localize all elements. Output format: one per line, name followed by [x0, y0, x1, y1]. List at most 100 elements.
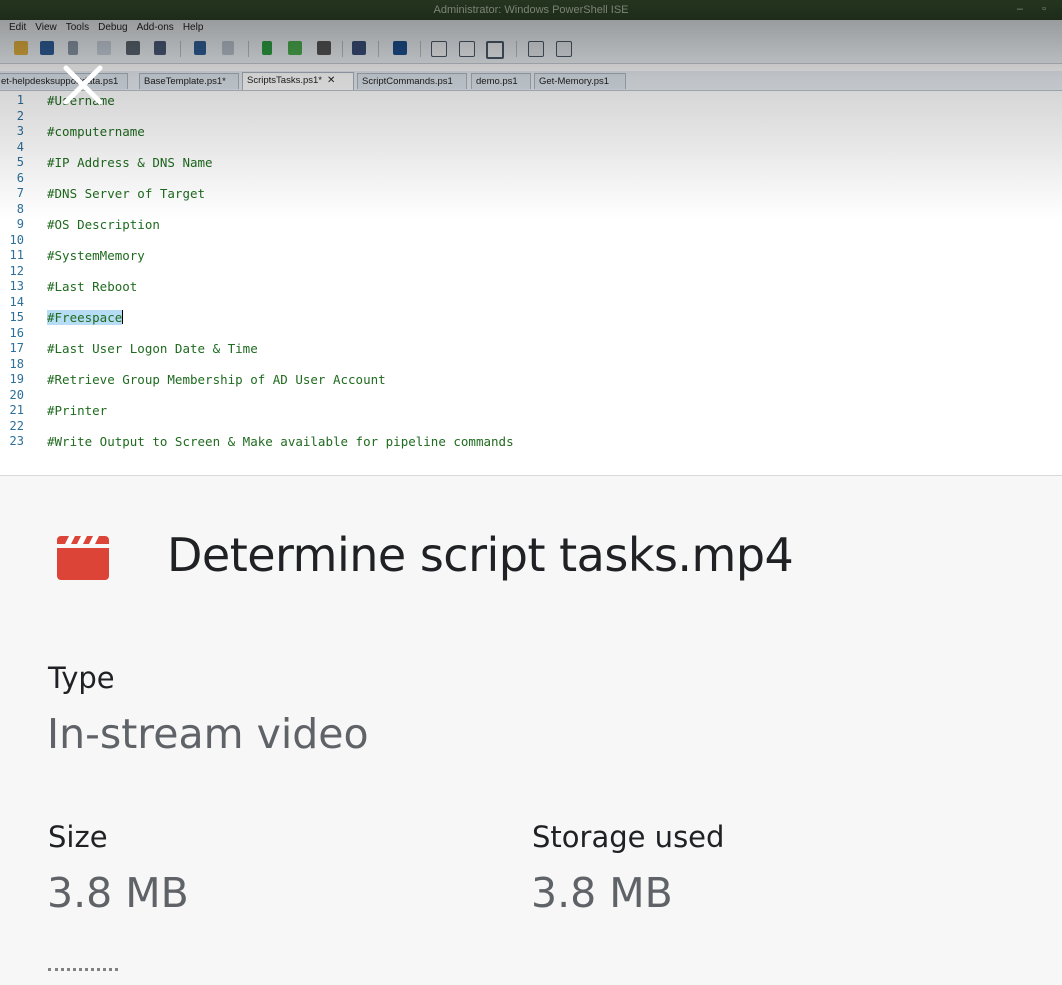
line-number: 13	[9, 279, 24, 293]
menu-help: Help	[182, 22, 204, 33]
run-selection-icon	[288, 41, 302, 55]
layout-top-icon	[431, 41, 447, 57]
line-number: 23	[9, 434, 24, 448]
menu-tools: Tools	[65, 22, 90, 33]
line-number: 1	[16, 93, 24, 107]
save-icon	[40, 41, 54, 55]
open-folder-icon	[14, 41, 28, 55]
code-line: #DNS Server of Target	[47, 186, 514, 217]
code-text: #IP Address & DNS Name	[47, 155, 213, 170]
line-number: 21	[9, 403, 24, 417]
code-line: #IP Address & DNS Name	[47, 155, 514, 186]
text-caret	[122, 310, 124, 324]
size-label: Size	[48, 820, 108, 854]
window-title: Administrator: Windows PowerShell ISE	[433, 4, 629, 16]
line-number: 6	[16, 170, 24, 185]
line-number: 12	[9, 263, 24, 278]
stop-icon	[317, 41, 331, 55]
close-preview-button[interactable]	[58, 60, 108, 110]
line-number: 3	[16, 124, 24, 138]
tab-get-memory: Get-Memory.ps1	[534, 73, 626, 89]
show-script-icon	[528, 41, 544, 57]
type-value: In-stream video	[47, 710, 369, 758]
line-number: 9	[16, 217, 24, 231]
line-number: 14	[9, 294, 24, 309]
line-number: 15	[9, 310, 24, 324]
line-number: 2	[16, 108, 24, 123]
code-line: #Write Output to Screen & Make available…	[47, 434, 514, 465]
size-value: 3.8 MB	[47, 869, 189, 917]
truncated-label	[48, 968, 118, 985]
code-text: #Freespace	[47, 310, 123, 325]
line-number: 19	[9, 372, 24, 386]
code-line: #Freespace	[47, 310, 514, 341]
remote-icon	[352, 41, 366, 55]
window-titlebar: Administrator: Windows PowerShell ISE – …	[0, 0, 1062, 20]
toolbar-separator	[342, 41, 343, 57]
line-number: 8	[16, 201, 24, 216]
menu-bar: Edit View Tools Debug Add-ons Help	[0, 20, 1062, 35]
layout-max-icon	[486, 41, 504, 59]
run-icon	[262, 41, 272, 55]
storage-used-value: 3.8 MB	[531, 869, 673, 917]
menu-debug: Debug	[98, 22, 128, 33]
powershell-icon	[393, 41, 407, 55]
line-number: 5	[16, 155, 24, 169]
code-line: #Last User Logon Date & Time	[47, 341, 514, 372]
code-text: #Last Reboot	[47, 279, 138, 294]
tab-scriptstasks: ScriptsTasks.ps1* ✕	[242, 72, 354, 90]
video-clapperboard-icon	[53, 532, 113, 582]
code-line: #Printer	[47, 403, 514, 434]
close-icon	[63, 65, 103, 105]
toolbar-separator	[516, 41, 517, 57]
code-text: #SystemMemory	[47, 248, 145, 263]
line-number: 20	[9, 387, 24, 402]
line-number: 4	[16, 139, 24, 154]
code-text: #Printer	[47, 403, 108, 418]
code-text: #computername	[47, 124, 145, 139]
script-tabs: et-helpdesksupportdata.ps1 BaseTemplate.…	[0, 71, 1062, 91]
toolbar-separator	[248, 41, 249, 57]
line-number: 11	[9, 248, 24, 262]
line-number: 7	[16, 186, 24, 200]
code-lines: #Username #computername #IP Address & DNS …	[47, 93, 514, 465]
ise-toolbar	[0, 35, 1062, 64]
toolbar-separator	[378, 41, 379, 57]
storage-used-label: Storage used	[532, 820, 725, 854]
code-line: #SystemMemory	[47, 248, 514, 279]
script-editor: 1 2 3 4 5 6 7 8 9 10 11 12 13 14 15 16 17 18 19 20 21 22 23 #U…	[0, 91, 1062, 471]
menu-view: View	[35, 22, 57, 33]
line-number: 22	[9, 418, 24, 433]
code-line: #Username	[47, 93, 514, 124]
line-number: 10	[9, 232, 24, 247]
code-text: #DNS Server of Target	[47, 186, 206, 201]
line-number: 18	[9, 356, 24, 371]
tab-basetemplate: BaseTemplate.ps1*	[139, 73, 239, 89]
tab-close-icon: ✕	[326, 75, 336, 86]
tab-scriptcommands: ScriptCommands.ps1	[357, 73, 467, 89]
paste-icon	[126, 41, 140, 55]
show-commands-icon	[556, 41, 572, 57]
redo-icon	[222, 41, 234, 55]
code-line: #computername	[47, 124, 514, 155]
file-name: Determine script tasks.mp4	[167, 528, 794, 582]
code-line: #Last Reboot	[47, 279, 514, 310]
code-text: #Last User Logon Date & Time	[47, 341, 258, 356]
toolbar-separator	[420, 41, 421, 57]
window-controls: – ▫	[1016, 3, 1054, 15]
line-number: 17	[9, 341, 24, 355]
code-text: #Retrieve Group Membership of AD User Ac…	[47, 372, 386, 387]
toolbar-separator	[180, 41, 181, 57]
menu-edit: Edit	[9, 22, 27, 33]
line-number: 16	[9, 325, 24, 340]
code-text: #OS Description	[47, 217, 160, 232]
menu-add-ons: Add-ons	[136, 22, 174, 33]
line-numbers: 1 2 3 4 5 6 7 8 9 10 11 12 13 14 15 16 17 18 19 20 21 22 23	[0, 93, 24, 450]
layout-right-icon	[459, 41, 475, 57]
copy-icon	[97, 41, 111, 55]
cut-icon	[68, 41, 78, 55]
console-icon	[154, 41, 166, 55]
tab-demo: demo.ps1	[471, 73, 531, 89]
code-text: #Write Output to Screen & Make available…	[47, 434, 514, 449]
video-preview[interactable]: Administrator: Windows PowerShell ISE – …	[0, 0, 1062, 476]
